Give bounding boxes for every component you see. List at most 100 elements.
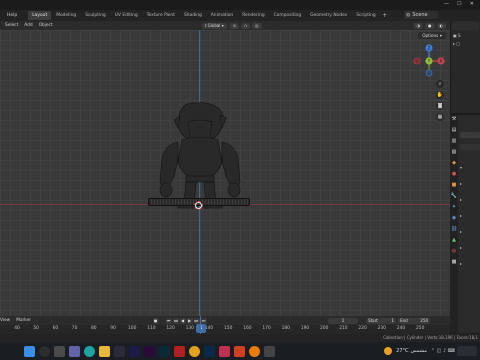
maximize-icon[interactable]: ☐ (457, 1, 461, 9)
navigation-gizmo[interactable]: X Z Y (410, 44, 448, 78)
transform-section[interactable]: ▾ (460, 160, 480, 176)
clock[interactable] (457, 346, 477, 356)
pan-hand-icon[interactable]: ✋ (436, 91, 444, 99)
tab-scripting[interactable]: Scripting (352, 11, 380, 20)
timeline-tick: 240 (396, 326, 406, 331)
media-encoder-icon[interactable] (159, 345, 170, 357)
render-tab-icon[interactable]: ▤ (450, 126, 458, 134)
prev-key-icon[interactable]: ◂◂ (172, 317, 179, 324)
search-icon[interactable] (39, 345, 50, 357)
record-icon[interactable]: ● (152, 317, 159, 324)
tool-tab-icon[interactable]: ⚒ (450, 115, 458, 123)
play-icon[interactable]: ▶ (186, 317, 193, 324)
overlay-toggle[interactable]: ◑ (413, 22, 423, 29)
visibility-section[interactable]: ▸ (460, 256, 480, 272)
tab-uv-editing[interactable]: UV Editing (111, 11, 142, 20)
data-name-field[interactable] (460, 144, 480, 150)
after-effects-icon[interactable] (129, 345, 140, 357)
tab-geometry-nodes[interactable]: Geometry Nodes (306, 11, 351, 20)
playhead-frame[interactable]: 1 (196, 324, 206, 333)
outliner-search[interactable] (452, 22, 479, 30)
data-tab-icon[interactable]: ▲ (450, 236, 458, 244)
close-icon[interactable]: ✕ (470, 1, 474, 9)
transform-orientation-dropdown[interactable]: ⟟ Global ▾ (201, 22, 227, 29)
delta-section[interactable]: ▸ (460, 176, 480, 192)
tab-sculpting[interactable]: Sculpting (81, 11, 110, 20)
camera-icon[interactable]: ◙ (436, 102, 444, 110)
task-view-icon[interactable] (54, 345, 65, 357)
chrome-icon[interactable] (189, 345, 200, 357)
motion-paths-section[interactable]: ▸ (460, 240, 480, 256)
timeline-ruler[interactable]: 40 50 60 70 80 90 100 110 120 130 140 150 160 170 180 1… (0, 325, 450, 334)
add-workspace-button[interactable]: + (381, 12, 389, 20)
zoom-icon[interactable]: ⌕ (436, 80, 444, 88)
explorer-icon[interactable] (99, 345, 110, 357)
menu-add[interactable]: Add (21, 23, 35, 28)
menu-select[interactable]: Select (2, 23, 21, 28)
modifier-tab-icon[interactable]: 🔧 (450, 192, 458, 200)
start-value: 1 (391, 317, 395, 323)
output-tab-icon[interactable]: ▥ (450, 137, 458, 145)
jump-end-icon[interactable]: ⏭ (200, 317, 207, 324)
material-shading-icon: ◐ (439, 22, 444, 28)
tab-rendering[interactable]: Rendering (238, 11, 268, 20)
menu-object[interactable]: Object (36, 23, 56, 28)
workspace-tabs: Layout Modeling Sculpting UV Editing Tex… (28, 10, 388, 21)
start-frame-field[interactable]: Start 1 (366, 317, 397, 324)
tab-compositing[interactable]: Compositing (270, 11, 306, 20)
collections-section[interactable]: ▸ (460, 208, 480, 224)
edge-icon[interactable] (84, 345, 95, 357)
constraints-tab-icon[interactable]: ⛓ (450, 225, 458, 233)
proportional-toggle[interactable]: ◎ (252, 22, 262, 29)
snap-toggle[interactable]: ∩ (241, 22, 250, 29)
shading-material[interactable]: ◐ (436, 22, 446, 29)
minimize-icon[interactable]: — (444, 1, 449, 9)
app-icon[interactable] (114, 345, 125, 357)
outliner-scene-row[interactable]: ▣ S (453, 33, 478, 38)
world-tab-icon[interactable]: ● (450, 170, 458, 178)
office-icon[interactable] (234, 345, 245, 357)
character-model[interactable] (148, 100, 252, 210)
instancing-section[interactable]: ▸ (460, 224, 480, 240)
texture-tab-icon[interactable]: ▩ (450, 258, 458, 266)
grid-view-icon[interactable]: ▦ (436, 113, 444, 121)
physics-tab-icon[interactable]: ◉ (450, 214, 458, 222)
music-icon[interactable] (219, 345, 230, 357)
options-label: Options (422, 33, 439, 38)
teams-icon[interactable] (69, 345, 80, 357)
photoshop-icon[interactable] (204, 345, 215, 357)
tray-icons[interactable]: ⌃ ◫ ♪ ⌨ (431, 348, 455, 354)
object-tab-icon[interactable]: ■ (450, 181, 458, 189)
apps-icon[interactable] (264, 345, 275, 357)
end-frame-field[interactable]: End 250 (398, 317, 431, 324)
red-app-icon[interactable] (174, 345, 185, 357)
3d-viewport[interactable] (0, 30, 450, 316)
play-reverse-icon[interactable]: ◀ (179, 317, 186, 324)
timeline-marker-menu[interactable]: Marker (13, 318, 34, 323)
premiere-icon[interactable] (144, 345, 155, 357)
material-tab-icon[interactable]: ◍ (450, 247, 458, 255)
magnet-icon: ∩ (244, 22, 247, 28)
outliner-collection-row[interactable]: ▸ ▢ (453, 41, 478, 46)
object-name-field[interactable] (460, 132, 480, 138)
current-frame-field[interactable]: 1 (328, 317, 359, 324)
scene-selector[interactable]: ◍ Scene (404, 11, 438, 19)
blender-icon[interactable] (249, 345, 260, 357)
tab-animation[interactable]: Animation (207, 11, 237, 20)
particles-tab-icon[interactable]: ✦ (450, 203, 458, 211)
tab-texture-paint[interactable]: Texture Paint (143, 11, 179, 20)
scene-tab-icon[interactable]: ◆ (450, 159, 458, 167)
jump-start-icon[interactable]: ⏮ (165, 317, 172, 324)
timeline-view-menu[interactable]: View (0, 318, 13, 323)
pivot-dropdown[interactable]: ⊙ (229, 22, 240, 29)
options-button[interactable]: Options ▾ (418, 32, 446, 39)
relations-section[interactable]: ▸ (460, 192, 480, 208)
tab-modeling[interactable]: Modeling (52, 11, 80, 20)
shading-solid[interactable]: ● (425, 22, 435, 29)
menu-help[interactable]: Help (4, 10, 20, 21)
view-layer-tab-icon[interactable]: ▧ (450, 148, 458, 156)
start-icon[interactable] (24, 345, 35, 357)
next-key-icon[interactable]: ▸▸ (193, 317, 200, 324)
tab-shading[interactable]: Shading (180, 11, 206, 20)
tab-layout[interactable]: Layout (28, 11, 52, 20)
